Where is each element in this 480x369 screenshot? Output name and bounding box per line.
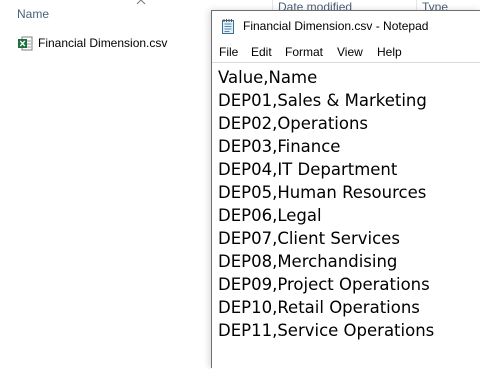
text-editor-area[interactable]: Value,Name DEP01,Sales & Marketing DEP02… [212, 62, 480, 369]
text-line: DEP05,Human Resources [218, 183, 427, 202]
file-name: Financial Dimension.csv [38, 36, 168, 50]
window-title: Financial Dimension.csv - Notepad [243, 19, 429, 33]
menu-edit[interactable]: Edit [251, 45, 272, 59]
menu-view[interactable]: View [337, 45, 363, 59]
text-line: DEP10,Retail Operations [218, 298, 420, 317]
text-line: DEP07,Client Services [218, 229, 400, 248]
menu-file[interactable]: File [219, 45, 238, 59]
text-content: Value,Name DEP01,Sales & Marketing DEP02… [218, 66, 434, 342]
sort-ascending-icon [136, 0, 146, 5]
menu-help[interactable]: Help [377, 45, 402, 59]
text-line: DEP09,Project Operations [218, 275, 430, 294]
notepad-window[interactable]: Financial Dimension.csv - Notepad File E… [211, 10, 480, 369]
text-line: DEP08,Merchandising [218, 252, 398, 271]
text-line: DEP01,Sales & Marketing [218, 91, 427, 110]
notepad-icon [222, 19, 234, 34]
text-line: DEP04,IT Department [218, 160, 398, 179]
text-line: Value,Name [218, 68, 318, 87]
menu-bar: File Edit Format View Help [212, 42, 480, 62]
column-header-name[interactable]: Name [17, 7, 49, 21]
text-line: DEP02,Operations [218, 114, 369, 133]
file-row[interactable]: Financial Dimension.csv [18, 34, 167, 52]
text-line: DEP06,Legal [218, 206, 322, 225]
text-line: DEP11,Service Operations [218, 321, 435, 340]
menu-format[interactable]: Format [285, 45, 323, 59]
text-line: DEP03,Finance [218, 137, 341, 156]
excel-csv-icon [18, 36, 33, 50]
title-bar[interactable]: Financial Dimension.csv - Notepad [212, 11, 480, 41]
